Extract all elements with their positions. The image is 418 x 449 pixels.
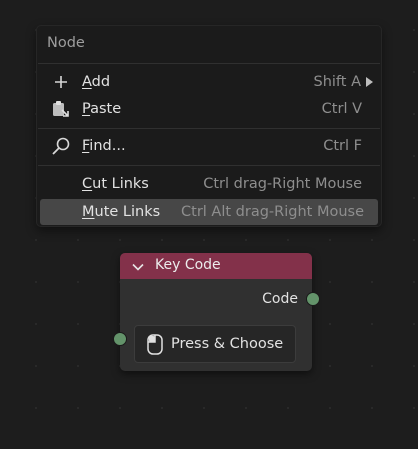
search-icon [50,136,72,156]
button-label: Press & Choose [171,336,284,352]
shortcut-text: Ctrl Alt drag-Right Mouse [181,204,364,220]
submenu-arrow-icon [366,77,373,87]
output-socket-label: Code [262,291,298,307]
menu-title: Node [47,35,85,51]
menu-item-label: Paste [82,101,122,117]
shortcut-text: Ctrl F [323,138,362,154]
context-menu: Node Add Shift A Paste Ctrl V Find... Ct… [36,25,382,227]
menu-item-label: Add [82,74,111,90]
menu-item-add[interactable]: Add Shift A [40,69,378,95]
node-header[interactable]: Key Code [120,253,312,279]
input-socket[interactable] [113,332,127,346]
shortcut-text: Ctrl drag-Right Mouse [203,176,362,192]
mouse-icon [147,334,163,355]
menu-item-paste[interactable]: Paste Ctrl V [40,96,378,122]
menu-item-label: Cut Links [82,176,149,192]
menu-item-label: Find... [82,138,126,154]
menu-item-mute-links[interactable]: Mute Links Ctrl Alt drag-Right Mouse [40,199,378,225]
menu-separator [38,63,380,64]
shortcut-text: Ctrl V [321,101,362,117]
menu-item-find[interactable]: Find... Ctrl F [40,133,378,159]
menu-separator [38,128,380,129]
menu-item-label: Mute Links [82,204,161,220]
output-socket[interactable] [306,292,320,306]
menu-item-cut-links[interactable]: Cut Links Ctrl drag-Right Mouse [40,171,378,197]
shortcut-text: Shift A [313,74,362,90]
plus-icon [50,72,72,92]
press-and-choose-button[interactable]: Press & Choose [134,325,296,363]
node-title: Key Code [155,257,221,273]
paste-icon [50,99,72,119]
key-code-node[interactable]: Key Code Code Press & Choose [113,253,320,371]
menu-separator [38,165,380,166]
chevron-down-icon[interactable] [131,259,145,273]
